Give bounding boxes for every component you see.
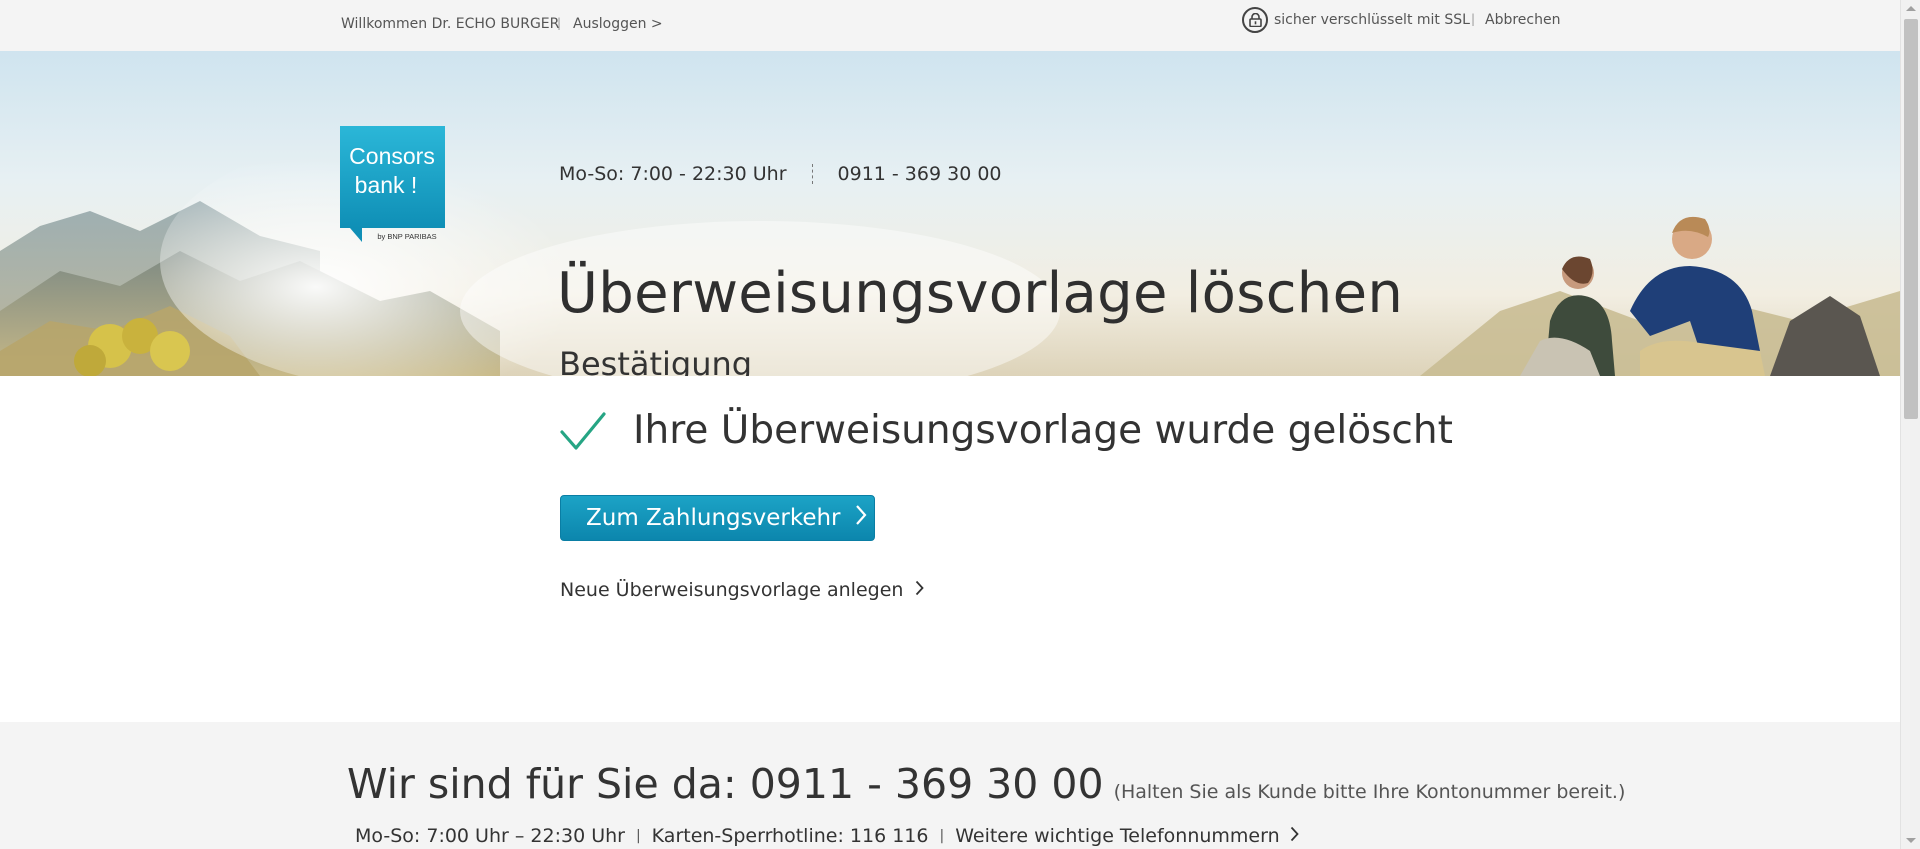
scrollbar-thumb[interactable]: [1904, 19, 1918, 419]
payments-button[interactable]: Zum Zahlungsverkehr: [560, 495, 875, 541]
payments-button-label: Zum Zahlungsverkehr: [586, 505, 841, 531]
hero-banner: Consors bank ! by BNP PARIBAS Mo-So: 7:0…: [0, 51, 1900, 376]
new-template-link[interactable]: Neue Überweisungsvorlage anlegen: [560, 579, 925, 601]
service-hours-line: Mo-So: 7:00 - 22:30 Uhr 0911 - 369 30 00: [559, 163, 1002, 185]
new-template-link-label: Neue Überweisungsvorlage anlegen: [560, 579, 904, 601]
check-icon: [560, 412, 606, 456]
footer-heading-note: (Halten Sie als Kunde bitte Ihre Kontonu…: [1113, 781, 1626, 803]
hotline-phone: 0911 - 369 30 00: [837, 163, 1002, 185]
footer-links: Mo-So: 7:00 Uhr – 22:30 Uhr | Karten-Spe…: [355, 825, 1299, 847]
page-title: Überweisungsvorlage löschen: [557, 261, 1404, 326]
footer-separator: |: [939, 828, 945, 844]
footer-hours: Mo-So: 7:00 Uhr – 22:30 Uhr: [355, 825, 625, 847]
svg-text:bank !: bank !: [355, 172, 418, 198]
page-subtitle: Bestätigung: [559, 345, 753, 376]
more-phone-numbers-link[interactable]: Weitere wichtige Telefonnummern: [955, 825, 1299, 847]
topbar-separator: |: [557, 16, 562, 30]
chevron-right-icon: [855, 504, 867, 532]
vertical-scrollbar[interactable]: [1900, 0, 1920, 849]
welcome-text: Willkommen Dr. ECHO BURGER: [341, 16, 560, 32]
logout-link[interactable]: Ausloggen >: [573, 16, 663, 32]
ssl-text: sicher verschlüsselt mit SSL: [1274, 12, 1470, 28]
footer-heading: Wir sind für Sie da: 0911 - 369 30 00 (H…: [347, 760, 1625, 808]
footer: Wir sind für Sie da: 0911 - 369 30 00 (H…: [0, 722, 1900, 849]
scroll-up-icon[interactable]: [1906, 6, 1916, 11]
footer-heading-text: Wir sind für Sie da: 0911 - 369 30 00: [347, 760, 1104, 808]
svg-text:Consors: Consors: [349, 143, 435, 169]
footer-separator: |: [635, 828, 641, 844]
success-message: Ihre Überweisungsvorlage wurde gelöscht: [633, 408, 1453, 453]
consorsbank-logo[interactable]: Consors bank ! by BNP PARIBAS: [340, 126, 445, 244]
lock-icon: [1242, 7, 1268, 33]
chevron-right-icon: [915, 579, 925, 601]
scroll-down-icon[interactable]: [1906, 838, 1916, 843]
card-hotline: Karten-Sperrhotline: 116 116: [651, 825, 929, 847]
svg-text:by BNP PARIBAS: by BNP PARIBAS: [377, 232, 436, 241]
hero-background-image: [0, 131, 1900, 376]
topbar-separator: |: [1471, 12, 1476, 26]
top-bar: Willkommen Dr. ECHO BURGER | Ausloggen >…: [0, 0, 1900, 51]
chevron-right-icon: [1290, 825, 1299, 847]
divider: [811, 164, 813, 184]
hotline-hours: Mo-So: 7:00 - 22:30 Uhr: [559, 163, 787, 185]
more-phone-numbers-label: Weitere wichtige Telefonnummern: [955, 825, 1280, 847]
cancel-link[interactable]: Abbrechen: [1485, 12, 1560, 28]
